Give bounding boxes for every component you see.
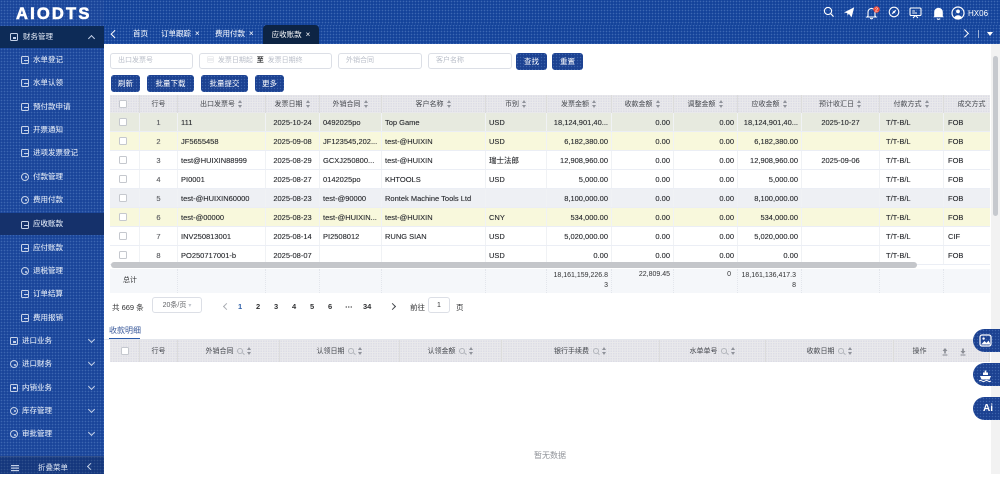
svg-text:2: 2 — [875, 8, 878, 14]
